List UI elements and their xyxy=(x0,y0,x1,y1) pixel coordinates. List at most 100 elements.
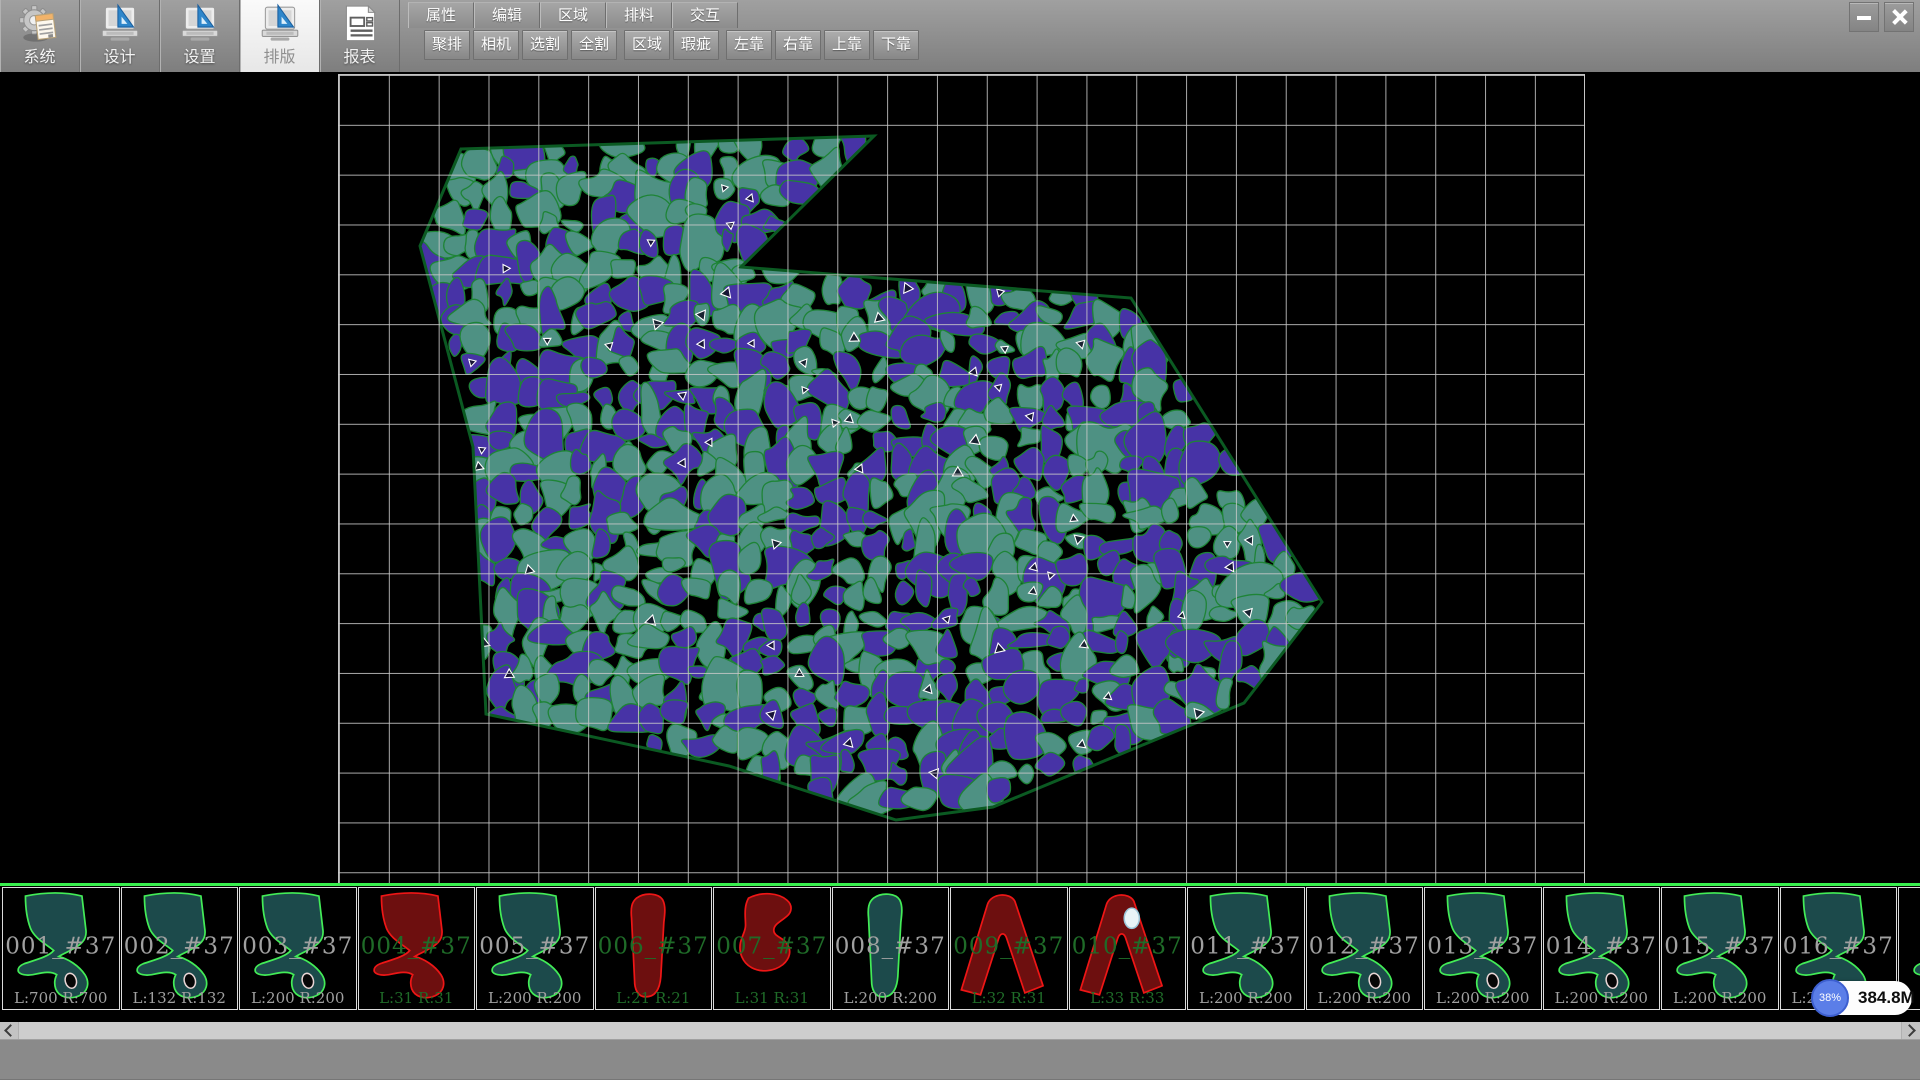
main-toolbar-button-label: 系统 xyxy=(0,49,79,67)
piece-name-label: 008_#37 xyxy=(833,933,949,959)
scroll-right-button[interactable] xyxy=(1901,1022,1920,1039)
main-toolbar: 系统 设计 设置 排版 报表 xyxy=(0,0,400,72)
piece-name-label: 013_#37 xyxy=(1425,933,1541,959)
chevron-right-icon xyxy=(1903,1024,1916,1037)
tool-button-7[interactable]: 左靠 xyxy=(726,30,772,60)
piece-thumbnail-10[interactable]: 010_#37 L:33 R:33 xyxy=(1069,887,1187,1010)
menu-tab-3[interactable]: 区域 xyxy=(540,2,606,28)
main-toolbar-button-layout-ruler[interactable]: 排版 xyxy=(240,0,320,72)
tool-button-6[interactable]: 瑕疵 xyxy=(673,30,719,60)
nested-hide-graphic xyxy=(0,72,1920,885)
piece-thumbnail-15[interactable]: 015_#37 L:200 R:200 xyxy=(1661,887,1779,1010)
piece-name-label: 003_#37 xyxy=(240,933,356,959)
chevron-left-icon xyxy=(4,1024,17,1037)
piece-count-label: L:132 R:132 xyxy=(122,989,238,1007)
menu-tab-2[interactable]: 编辑 xyxy=(474,2,540,28)
top-toolbar: 系统 设计 设置 排版 报表 属性编辑区域排料交互 聚排相机选割全割区域瑕疵左靠… xyxy=(0,0,1920,72)
main-toolbar-button-settings-ruler[interactable]: 设置 xyxy=(160,0,240,72)
piece-name-label: 012_#37 xyxy=(1307,933,1423,959)
piece-thumbnail-14[interactable]: 014_#37 L:200 R:200 xyxy=(1543,887,1661,1010)
window-controls xyxy=(1849,2,1914,32)
piece-thumbnail-8[interactable]: 008_#37 L:200 R:200 xyxy=(832,887,950,1010)
minimize-button[interactable] xyxy=(1849,2,1879,32)
piece-name-label: 015_#37 xyxy=(1662,933,1778,959)
tool-button-1[interactable]: 聚排 xyxy=(424,30,470,60)
tool-button-2[interactable]: 相机 xyxy=(473,30,519,60)
piece-thumbnail-4[interactable]: 004_#37 L:31 R:31 xyxy=(358,887,476,1010)
menu-tab-5[interactable]: 交互 xyxy=(672,2,738,28)
scroll-left-button[interactable] xyxy=(0,1022,19,1039)
piece-name-label: 005_#37 xyxy=(477,933,593,959)
piece-name-label: 001_#37 xyxy=(3,933,119,959)
tool-button-4[interactable]: 全割 xyxy=(571,30,617,60)
tool-button-8[interactable]: 右靠 xyxy=(775,30,821,60)
piece-count-label: L:200 R:200 xyxy=(1188,989,1304,1007)
status-bar xyxy=(0,1039,1920,1080)
main-toolbar-button-label: 报表 xyxy=(320,49,399,67)
piece-count-label: L:700 R:700 xyxy=(3,989,119,1007)
main-toolbar-button-report-document[interactable]: 报表 xyxy=(320,0,400,72)
piece-count-label: L:32 R:31 xyxy=(951,989,1067,1007)
piece-count-label: L:200 R:200 xyxy=(833,989,949,1007)
piece-name-label: 014_#37 xyxy=(1544,933,1660,959)
main-toolbar-button-design-ruler[interactable]: 设计 xyxy=(80,0,160,72)
piece-name-label: 002_#37 xyxy=(122,933,238,959)
piece-thumbnail-6[interactable]: 006_#37 L:21 R:21 xyxy=(595,887,713,1010)
main-toolbar-button-label: 设置 xyxy=(160,49,239,67)
piece-name-label: 006_#37 xyxy=(596,933,712,959)
piece-count-label: L:21 R:21 xyxy=(596,989,712,1007)
tool-button-5[interactable]: 区域 xyxy=(624,30,670,60)
piece-name-label: 011_#37 xyxy=(1188,933,1304,959)
design-ruler-icon xyxy=(97,3,143,49)
piece-thumbnail-9[interactable]: 009_#37 L:32 R:31 xyxy=(950,887,1068,1010)
piece-thumbnail-list: 001_#37L:700 R:700002_#37L:132 R:132003_… xyxy=(0,886,1920,1013)
menu-tab-bar: 属性编辑区域排料交互 xyxy=(408,2,738,27)
piece-thumbnail-strip: 001_#37L:700 R:700002_#37L:132 R:132003_… xyxy=(0,883,1920,1013)
layout-ruler-icon xyxy=(257,3,303,49)
nested-pieces xyxy=(404,121,1329,819)
piece-count-label: L:200 R:200 xyxy=(477,989,593,1007)
piece-name-label: 010_#37 xyxy=(1070,933,1186,959)
piece-hole xyxy=(1124,908,1139,928)
piece-thumbnail-1[interactable]: 001_#37 L:700 R:700 xyxy=(2,887,120,1010)
tool-button-3[interactable]: 选割 xyxy=(522,30,568,60)
horizontal-scrollbar[interactable] xyxy=(0,1022,1920,1039)
piece-thumbnail-11[interactable]: 011_#37 L:200 R:200 xyxy=(1187,887,1305,1010)
system-gear-icon xyxy=(17,3,63,49)
piece-count-label: L:200 R:200 xyxy=(1425,989,1541,1007)
piece-thumbnail-5[interactable]: 005_#37 L:200 R:200 xyxy=(476,887,594,1010)
main-toolbar-button-label: 排版 xyxy=(240,49,319,67)
menu-tab-4[interactable]: 排料 xyxy=(606,2,672,28)
piece-thumbnail-12[interactable]: 012_#37 L:200 R:200 xyxy=(1306,887,1424,1010)
menu-tab-1[interactable]: 属性 xyxy=(408,2,474,28)
piece-name-label: 009_#37 xyxy=(951,933,1067,959)
minimize-icon xyxy=(1857,16,1871,20)
piece-count-label: L:200 R:200 xyxy=(1662,989,1778,1007)
nesting-app-window: 系统 设计 设置 排版 报表 属性编辑区域排料交互 聚排相机选割全割区域瑕疵左靠… xyxy=(0,0,1920,1080)
tool-button-10[interactable]: 下靠 xyxy=(873,30,919,60)
piece-count-label: L:33 R:33 xyxy=(1070,989,1186,1007)
tool-button-9[interactable]: 上靠 xyxy=(824,30,870,60)
report-document-icon xyxy=(337,3,383,49)
piece-count-label: L:31 R:31 xyxy=(359,989,475,1007)
memory-value: 384.8M xyxy=(1858,981,1915,1015)
tool-button-bar: 聚排相机选割全割区域瑕疵左靠右靠上靠下靠 xyxy=(424,30,919,60)
piece-count-label: L:200 R:200 xyxy=(1307,989,1423,1007)
piece-count-label: L:31 R:31 xyxy=(714,989,830,1007)
piece-name-label: 016_#37 xyxy=(1781,933,1897,959)
piece-thumbnail-2[interactable]: 002_#37 L:132 R:132 xyxy=(121,887,239,1010)
main-toolbar-button-system-gear[interactable]: 系统 xyxy=(0,0,80,72)
close-button[interactable] xyxy=(1884,2,1914,32)
main-toolbar-button-label: 设计 xyxy=(80,49,159,67)
piece-count-label: L:200 R:200 xyxy=(240,989,356,1007)
nesting-canvas[interactable] xyxy=(0,72,1920,885)
progress-percent-circle: 38% xyxy=(1811,979,1849,1017)
settings-ruler-icon xyxy=(177,3,223,49)
piece-thumbnail-7[interactable]: 007_#37 L:31 R:31 xyxy=(713,887,831,1010)
piece-name-label: 004_#37 xyxy=(359,933,475,959)
piece-name-label: 007_#37 xyxy=(714,933,830,959)
piece-thumbnail-3[interactable]: 003_#37 L:200 R:200 xyxy=(239,887,357,1010)
memory-usage-badge: 38% 384.8M xyxy=(1812,981,1912,1015)
piece-count-label: L:200 R:200 xyxy=(1544,989,1660,1007)
piece-thumbnail-13[interactable]: 013_#37 L:200 R:200 xyxy=(1424,887,1542,1010)
